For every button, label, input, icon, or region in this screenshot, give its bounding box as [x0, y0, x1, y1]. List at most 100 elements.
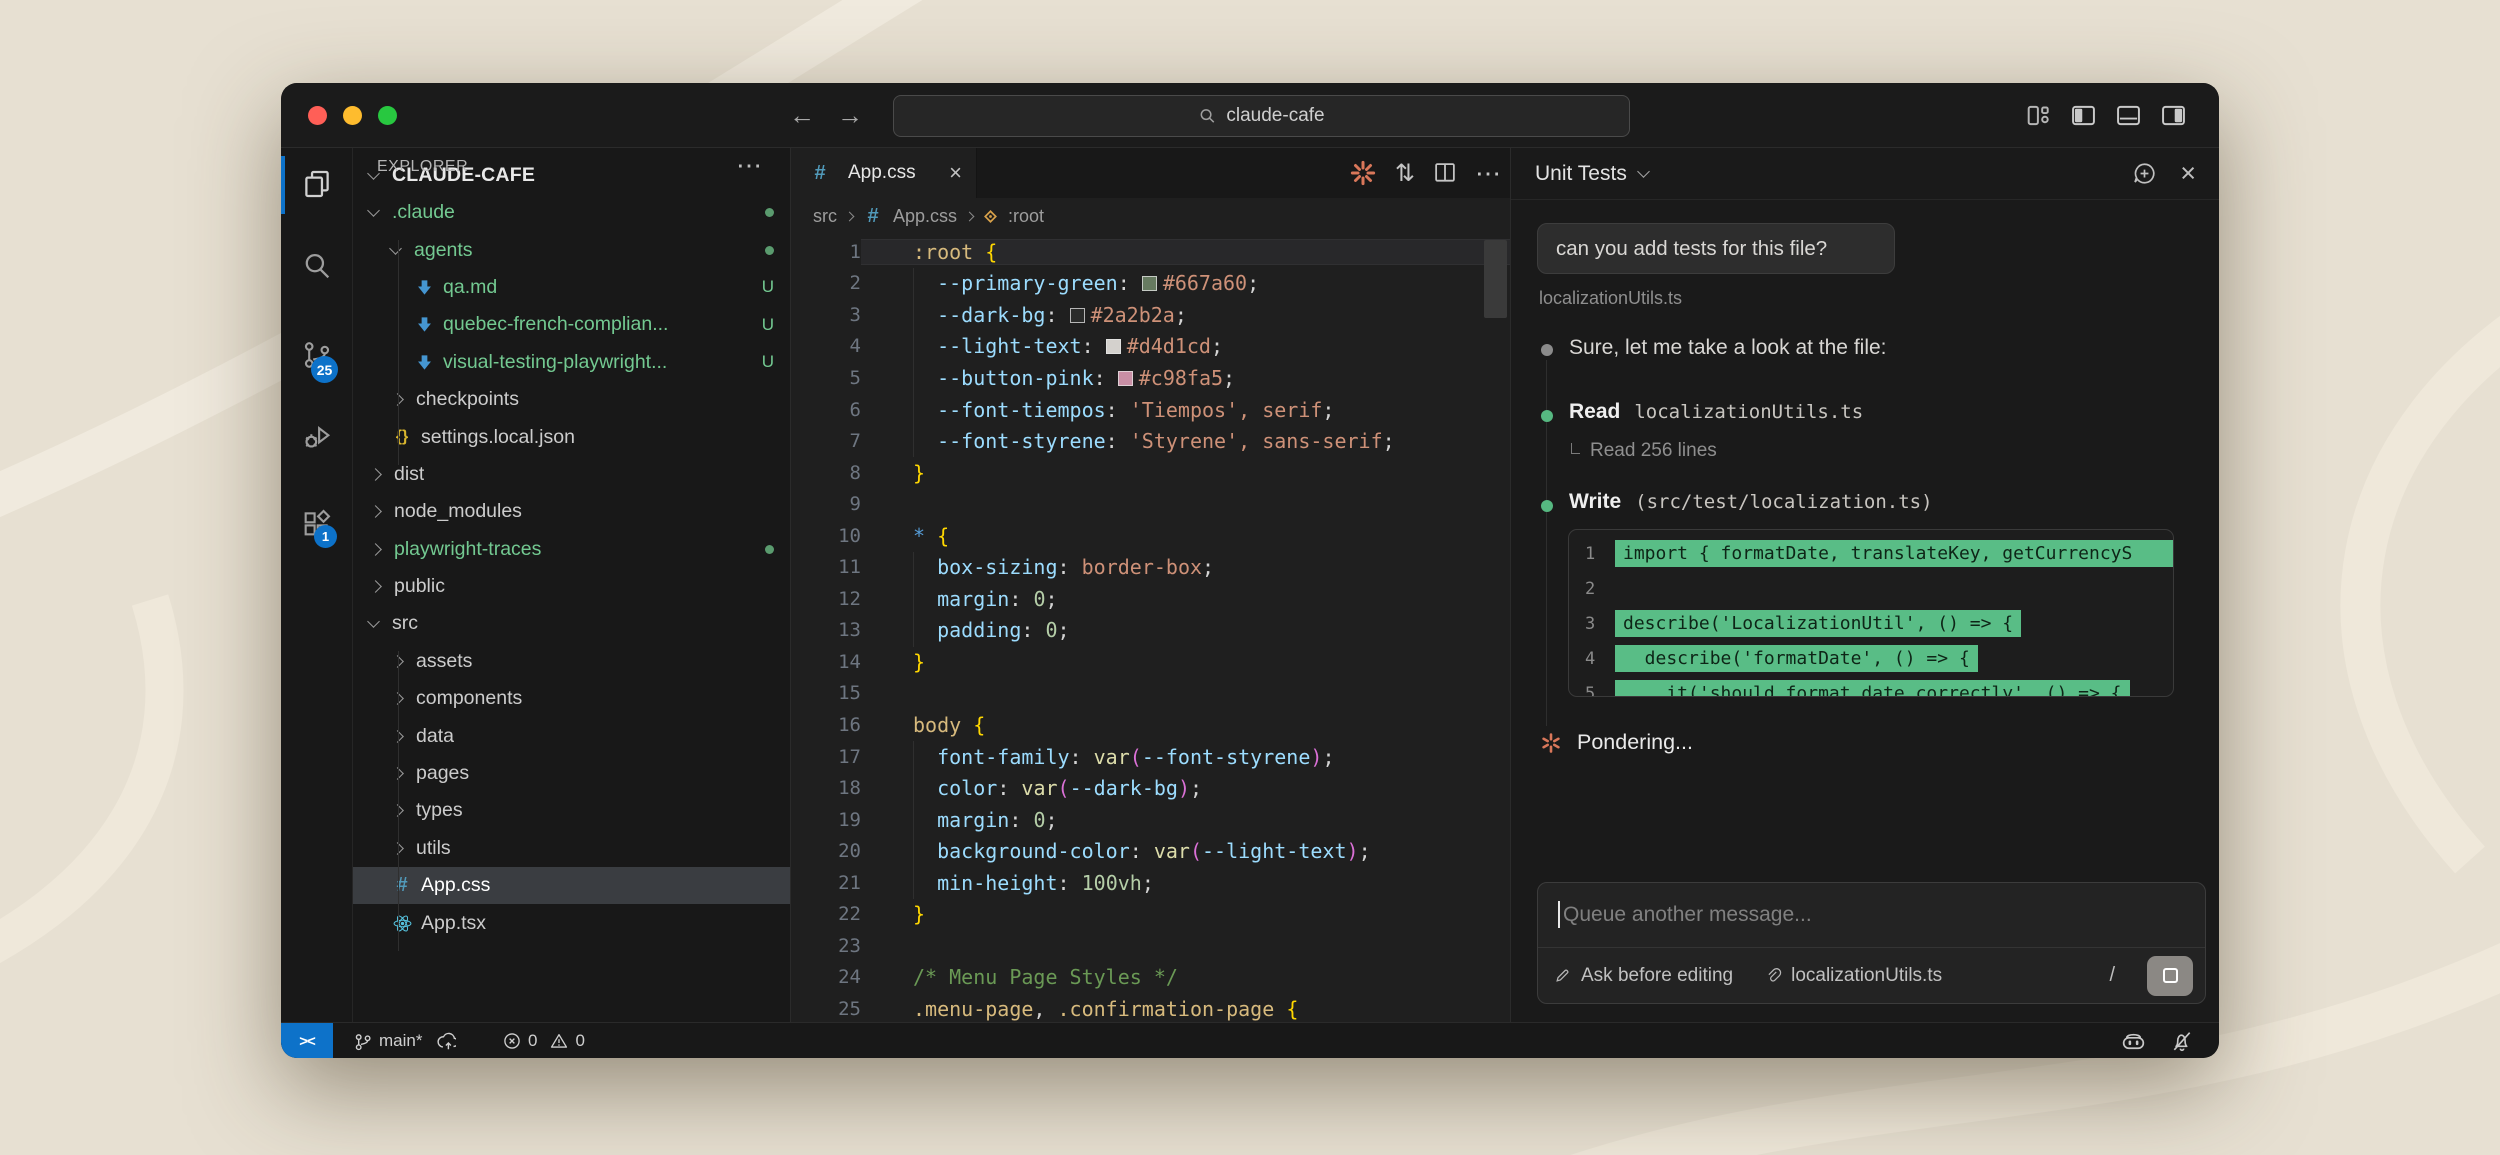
close-panel-icon[interactable]: × [2180, 158, 2196, 189]
maximize-window-button[interactable] [378, 106, 397, 125]
diff-changes-icon[interactable]: ⇅ [1395, 159, 1415, 188]
breadcrumb-file[interactable]: App.css [893, 206, 957, 227]
assistant-message: Sure, let me take a look at the file: [1569, 336, 1887, 360]
css-file-icon: # [391, 874, 413, 897]
chat-title[interactable]: Unit Tests [1535, 162, 1627, 186]
toggle-primary-sidebar-icon[interactable] [2070, 102, 2097, 129]
code-line: 13 padding: 0; [791, 615, 1511, 647]
explorer-more-actions-icon[interactable]: ⋯ [736, 148, 762, 186]
chevron-right-icon [845, 211, 855, 221]
color-swatch [1070, 308, 1085, 323]
slash-command-hint[interactable]: / [2109, 964, 2115, 987]
tree-item[interactable]: public [353, 568, 790, 605]
added-line: describe('formatDate', () => { [1615, 645, 1978, 672]
tree-item[interactable]: utils [353, 830, 790, 867]
claude-code-icon[interactable] [1348, 158, 1378, 188]
remote-indicator[interactable]: >< [281, 1023, 333, 1058]
run-debug-icon[interactable] [300, 419, 334, 453]
notifications-muted-bell-icon[interactable] [2169, 1028, 2195, 1054]
code-line: 24/* Menu Page Styles */ [791, 962, 1511, 994]
editor-group: # App.css × ⇅ ⋯ [790, 148, 1510, 1022]
breadcrumb-symbol[interactable]: :root [1008, 206, 1044, 227]
customize-layout-icon[interactable] [2025, 102, 2052, 129]
chat-input-placeholder[interactable]: Queue another message... [1563, 903, 1812, 927]
line-number: 1 [1569, 544, 1615, 564]
css-file-icon: # [862, 205, 884, 228]
tree-item[interactable]: types [353, 792, 790, 829]
split-editor-icon[interactable] [1432, 160, 1458, 186]
edit-mode-label[interactable]: Ask before editing [1581, 965, 1733, 987]
tree-item-label: assets [416, 650, 472, 673]
code-line: 10* { [791, 520, 1511, 552]
stop-button[interactable] [2147, 956, 2193, 996]
attached-file-label[interactable]: localizationUtils.ts [1539, 288, 1682, 309]
explorer-icon[interactable] [300, 167, 334, 201]
code-line: 18 color: var(--dark-bg); [791, 772, 1511, 804]
scrollbar-slider[interactable] [1484, 240, 1507, 318]
tree-item[interactable]: pages [353, 755, 790, 792]
tree-item-label: playwright-traces [394, 538, 541, 561]
tree-item[interactable]: App.tsx [353, 904, 790, 941]
toggle-secondary-sidebar-icon[interactable] [2160, 102, 2187, 129]
attached-file-chip[interactable]: localizationUtils.ts [1765, 965, 1942, 987]
tree-item[interactable]: visual-testing-playwright...U [353, 344, 790, 381]
toggle-panel-icon[interactable] [2115, 102, 2142, 129]
publish-changes-icon[interactable] [437, 1032, 456, 1051]
editor-more-actions-icon[interactable]: ⋯ [1475, 158, 1501, 189]
line-number: 18 [791, 777, 861, 799]
line-number: 4 [1569, 649, 1615, 669]
tree-item[interactable]: agents [353, 231, 790, 268]
chevron-down-icon[interactable] [1637, 165, 1650, 178]
line-number: 3 [791, 304, 861, 326]
tree-item[interactable]: .claude [353, 194, 790, 231]
tab-app-css[interactable]: # App.css × [791, 148, 977, 198]
chat-input-footer: Ask before editing localizationUtils.ts … [1538, 947, 2205, 1003]
chat-panel-header: Unit Tests × [1511, 148, 2219, 200]
line-number: 12 [791, 588, 861, 610]
back-arrow-icon[interactable]: ← [789, 97, 815, 133]
write-tool-call[interactable]: Write (src/test/localization.ts) [1569, 490, 1933, 514]
tree-item[interactable]: dist [353, 456, 790, 493]
line-number: 5 [1569, 684, 1615, 698]
tree-item-label: .claude [392, 201, 455, 224]
modified-dot-icon [765, 545, 774, 554]
tree-item[interactable]: playwright-traces [353, 531, 790, 568]
tree-item[interactable]: src [353, 605, 790, 642]
tree-item[interactable]: components [353, 680, 790, 717]
tree-item[interactable]: node_modules [353, 493, 790, 530]
pencil-icon [1554, 967, 1571, 984]
tree-item[interactable]: data [353, 717, 790, 754]
chat-input-box[interactable]: Queue another message... Ask before edit… [1537, 882, 2206, 1004]
new-chat-icon[interactable] [2131, 160, 2158, 187]
line-number: 11 [791, 556, 861, 578]
minimize-window-button[interactable] [343, 106, 362, 125]
tree-item[interactable]: assets [353, 643, 790, 680]
tab-label: App.css [848, 162, 916, 184]
git-branch-item[interactable]: main* [353, 1023, 456, 1058]
command-center-search[interactable]: claude-cafe [893, 95, 1630, 137]
search-view-icon[interactable] [300, 249, 334, 283]
tool-result-text: Read 256 lines [1590, 440, 1717, 462]
tree-item[interactable]: qa.mdU [353, 269, 790, 306]
close-window-button[interactable] [308, 106, 327, 125]
tree-item[interactable]: {}settings.local.json [353, 418, 790, 455]
breadcrumb[interactable]: src # App.css :root [791, 198, 1511, 234]
problems-item[interactable]: 0 0 [503, 1023, 585, 1058]
tool-file: (src/test/localization.ts) [1635, 491, 1932, 513]
chevron-right-icon [369, 468, 382, 481]
chevron-right-icon [369, 505, 382, 518]
tree-item[interactable]: checkpoints [353, 381, 790, 418]
diff-code-block[interactable]: 1import { formatDate, translateKey, getC… [1568, 529, 2174, 697]
text-cursor [1558, 901, 1560, 928]
breadcrumb-folder[interactable]: src [813, 206, 837, 227]
close-tab-icon[interactable]: × [949, 160, 962, 186]
tree-item[interactable]: #App.css [353, 867, 790, 904]
code-editor[interactable]: 1:root {2 --primary-green: #667a60;3 --d… [791, 234, 1511, 1022]
forward-arrow-icon[interactable]: → [837, 97, 863, 133]
copilot-icon[interactable] [2120, 1028, 2147, 1055]
source-control-badge: 25 [311, 356, 338, 383]
read-tool-call[interactable]: Read localizationUtils.ts [1569, 400, 1863, 424]
explorer-sidebar: EXPLORER ⋯ CLAUDE-CAFE .claudeagentsqa.m… [353, 148, 790, 1022]
line-number: 15 [791, 682, 861, 704]
tree-item[interactable]: quebec-french-complian...U [353, 306, 790, 343]
